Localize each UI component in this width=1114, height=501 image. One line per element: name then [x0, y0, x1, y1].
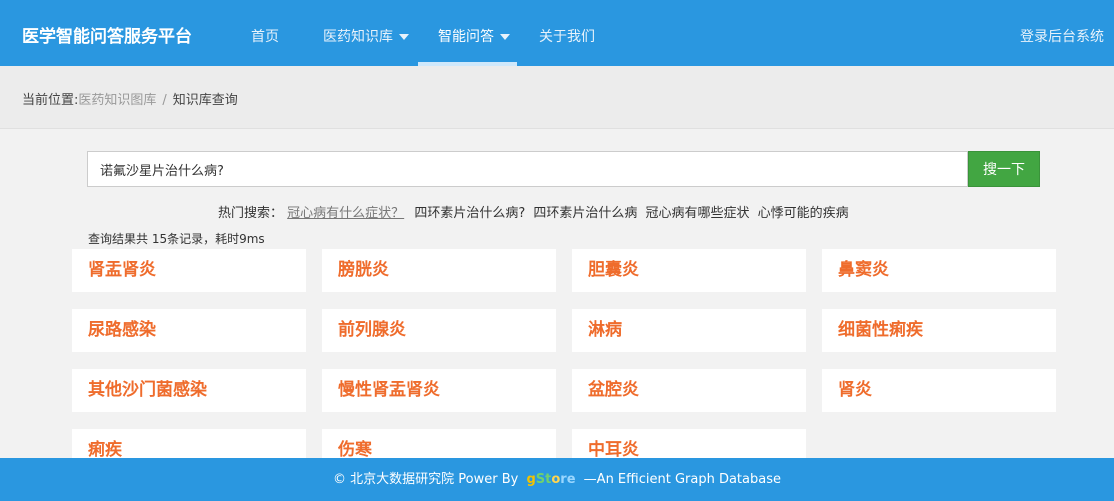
footer: © 北京大数据研究院 Power By gStore —An Efficient… — [0, 458, 1114, 501]
chevron-down-icon — [399, 34, 409, 40]
footer-tagline: —An Efficient Graph Database — [583, 472, 781, 487]
result-card[interactable]: 慢性肾盂肾炎 — [322, 369, 556, 412]
search-button[interactable]: 搜一下 — [968, 151, 1040, 187]
footer-copyright: © 北京大数据研究院 Power By — [333, 472, 519, 487]
nav-home-label: 首页 — [251, 29, 279, 45]
result-card[interactable]: 鼻窦炎 — [822, 249, 1056, 292]
breadcrumb-prefix: 当前位置: — [22, 93, 79, 108]
result-card[interactable]: 肾盂肾炎 — [72, 249, 306, 292]
breadcrumb-link[interactable]: 医药知识图库 — [78, 93, 156, 108]
result-card[interactable]: 盆腔炎 — [572, 369, 806, 412]
brand-title[interactable]: 医学智能问答服务平台 — [22, 22, 192, 47]
result-card[interactable]: 肾炎 — [822, 369, 1056, 412]
breadcrumb-bar: 当前位置:医药知识图库 / 知识库查询 — [0, 66, 1114, 129]
nav-knowledge-base[interactable]: 医药知识库 — [323, 26, 409, 46]
hot-search-term[interactable]: 心悸可能的疾病 — [758, 206, 849, 221]
breadcrumb-separator: / — [162, 93, 167, 108]
result-card[interactable]: 淋病 — [572, 309, 806, 352]
nav-smart-qa[interactable]: 智能问答 — [438, 26, 510, 46]
hot-search-term[interactable]: 四环素片治什么病 — [533, 206, 637, 221]
nav-about-us[interactable]: 关于我们 — [539, 26, 595, 46]
result-card[interactable]: 其他沙门菌感染 — [72, 369, 306, 412]
hot-search-term[interactable]: 四环素片治什么病? — [414, 206, 525, 221]
search-input[interactable] — [87, 151, 968, 187]
breadcrumb: 当前位置:医药知识图库 / 知识库查询 — [22, 89, 238, 108]
chevron-down-icon — [500, 34, 510, 40]
hot-search-label: 热门搜索： — [218, 206, 284, 221]
gstore-logo: gStore — [526, 472, 576, 487]
result-card[interactable]: 细菌性痢疾 — [822, 309, 1056, 352]
hot-search-term[interactable]: 冠心病有哪些症状 — [646, 206, 750, 221]
result-card[interactable]: 胆囊炎 — [572, 249, 806, 292]
result-summary: 查询结果共 15条记录，耗时9ms — [88, 232, 265, 246]
result-card[interactable]: 尿路感染 — [72, 309, 306, 352]
nav-knowledge-base-label: 医药知识库 — [323, 29, 393, 45]
result-card[interactable]: 前列腺炎 — [322, 309, 556, 352]
result-card[interactable]: 膀胱炎 — [322, 249, 556, 292]
login-admin-link[interactable]: 登录后台系统 — [1020, 26, 1104, 46]
nav-smart-qa-label: 智能问答 — [438, 29, 494, 45]
nav-about-us-label: 关于我们 — [539, 29, 595, 45]
top-navbar: 医学智能问答服务平台 首页 医药知识库 智能问答 关于我们 登录后台系统 — [0, 0, 1114, 66]
breadcrumb-current: 知识库查询 — [172, 93, 238, 108]
hot-search-link[interactable]: 冠心病有什么症状？ — [287, 206, 404, 221]
nav-home[interactable]: 首页 — [251, 26, 279, 46]
hot-search: 热门搜索： 冠心病有什么症状？ 四环素片治什么病? 四环素片治什么病 冠心病有哪… — [218, 202, 853, 221]
